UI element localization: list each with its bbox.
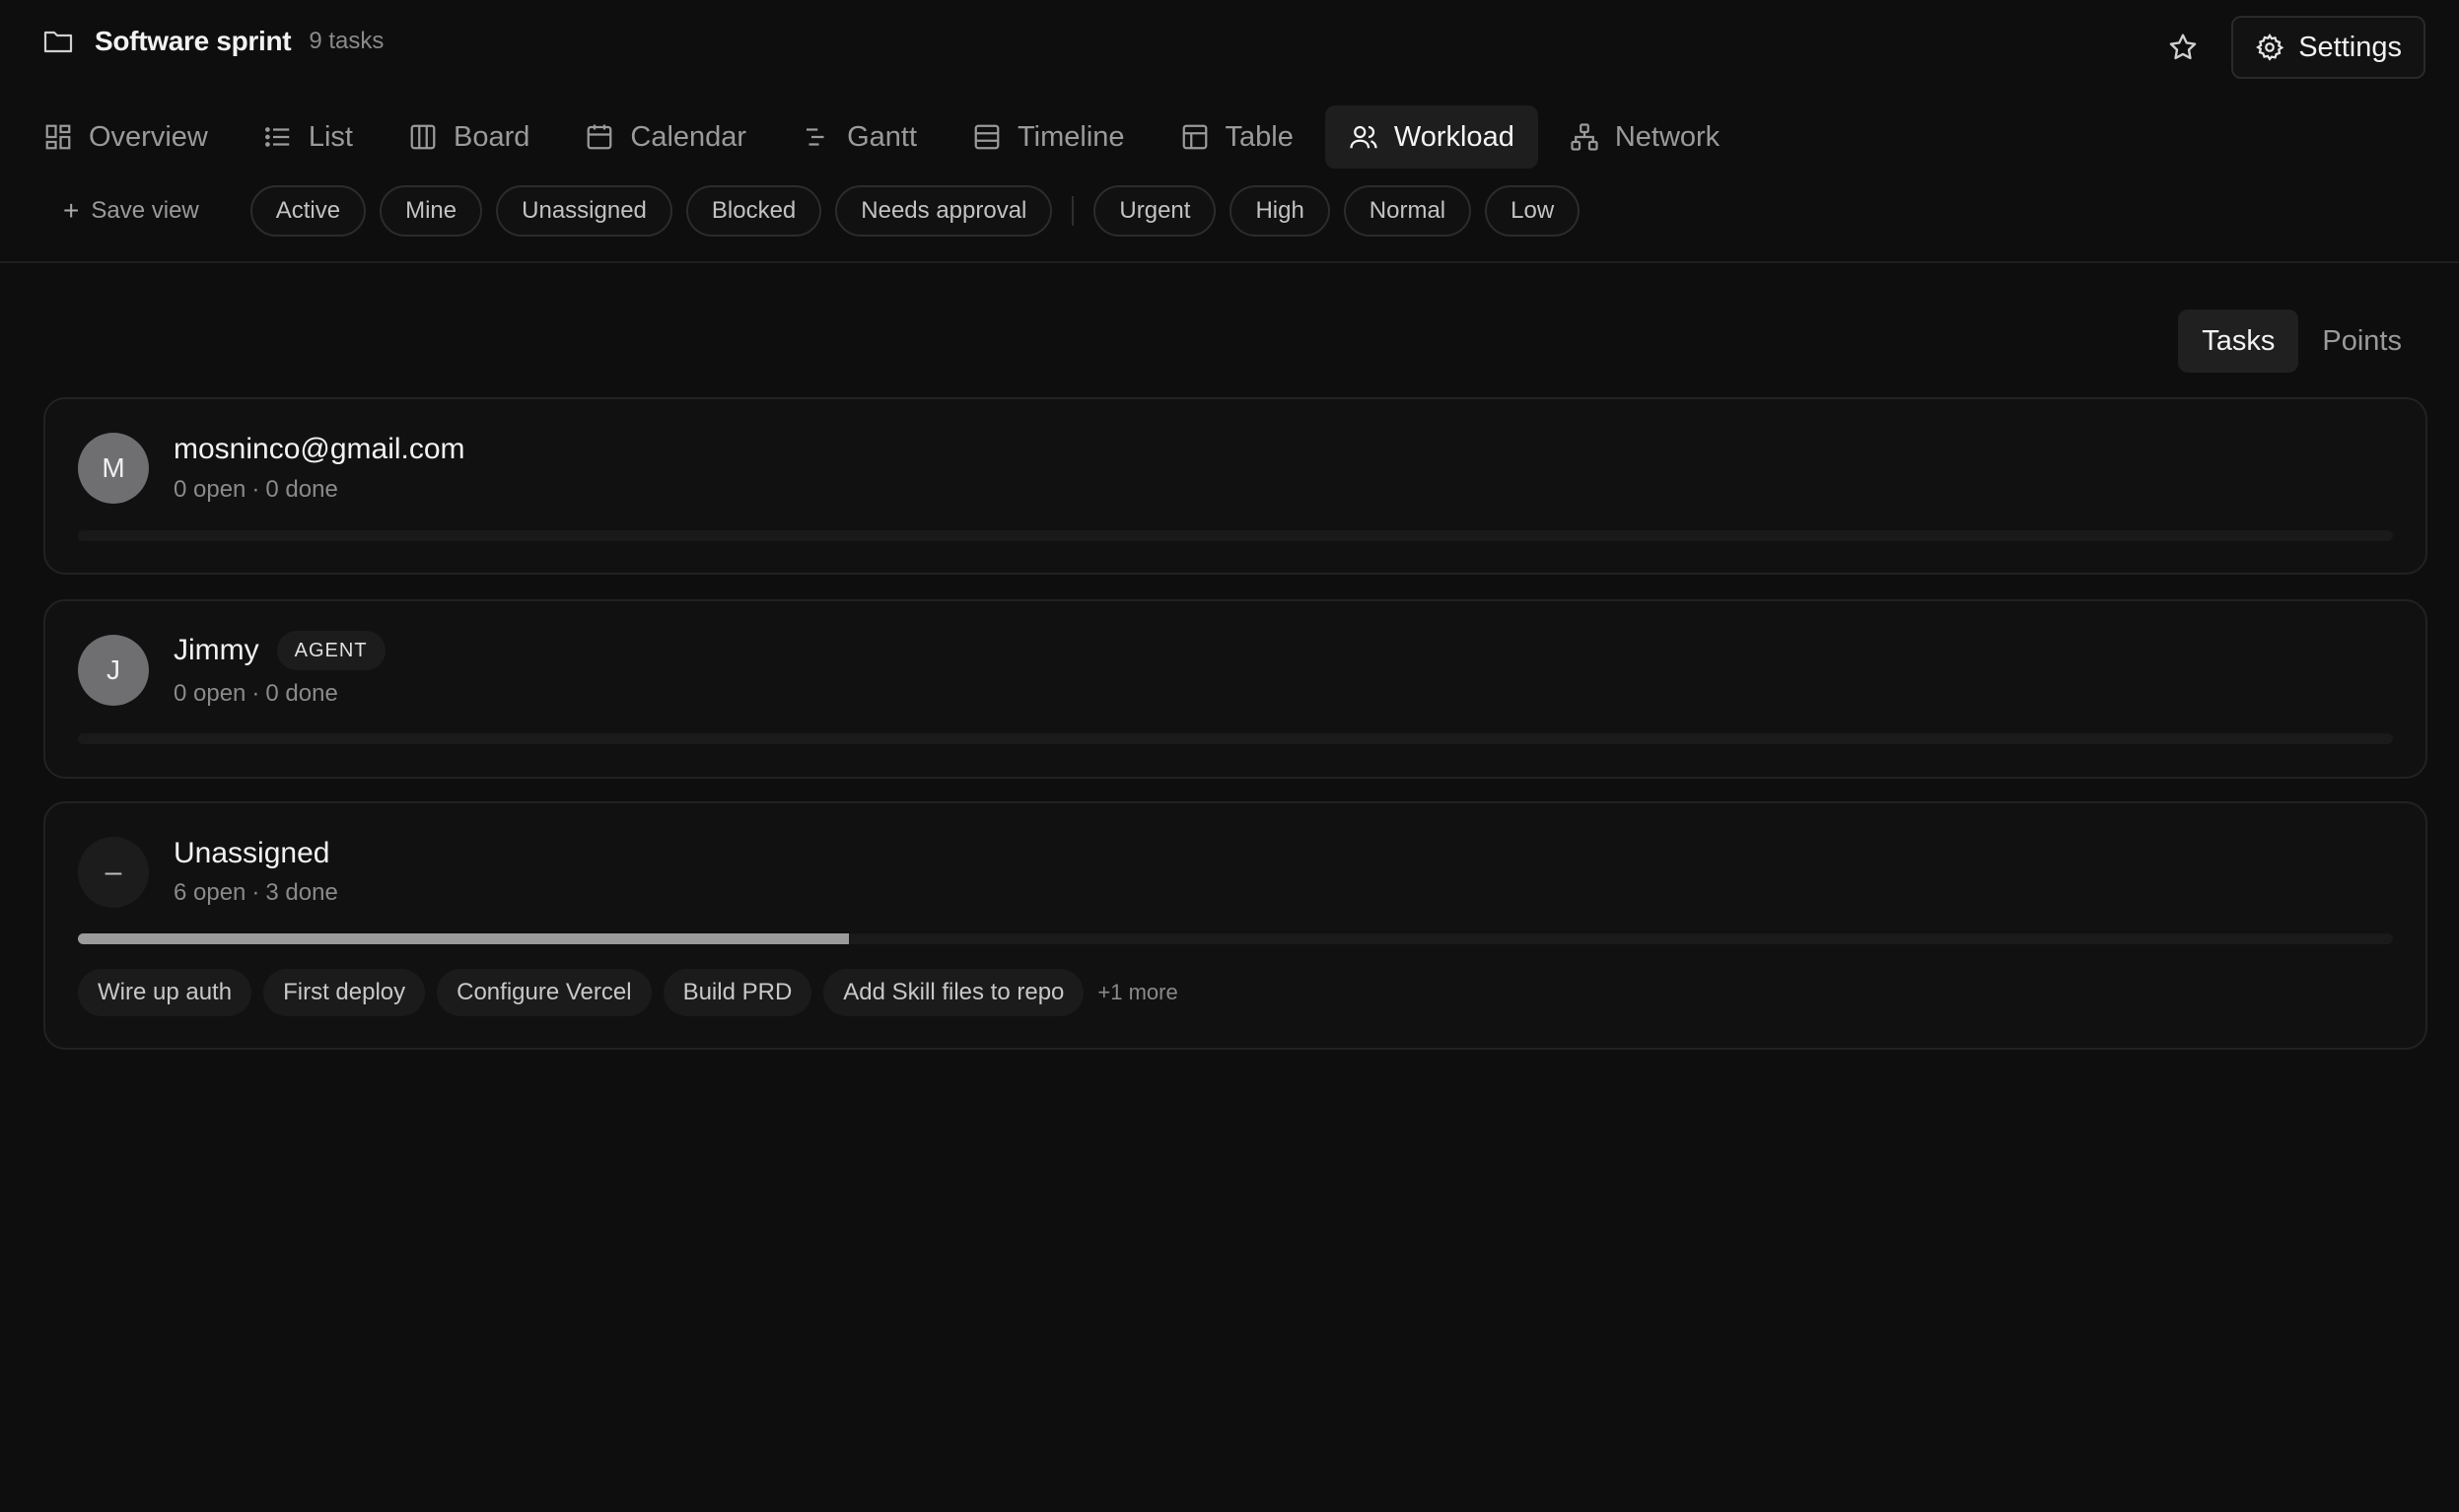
assignee-stats: 6 open · 3 done bbox=[174, 879, 338, 907]
timeline-icon bbox=[974, 124, 1000, 150]
assignee-name-line: Unassigned bbox=[174, 837, 329, 870]
stats-separator: · bbox=[251, 476, 260, 503]
filter-chip-low[interactable]: Low bbox=[1485, 185, 1581, 237]
stats-separator: · bbox=[251, 879, 260, 906]
task-chip-list: Wire up auth First deploy Configure Verc… bbox=[78, 969, 1178, 1016]
list-icon bbox=[264, 127, 290, 147]
tab-label: Table bbox=[1225, 120, 1294, 153]
assignee-name: mosninco@gmail.com bbox=[174, 433, 465, 465]
filter-chip-active[interactable]: Active bbox=[249, 185, 367, 237]
project-title[interactable]: Software sprint bbox=[95, 26, 292, 57]
settings-button[interactable]: Settings bbox=[2231, 16, 2425, 79]
open-count: 6 open bbox=[174, 879, 246, 906]
task-chip[interactable]: Build PRD bbox=[663, 969, 812, 1016]
done-count: 0 done bbox=[265, 680, 338, 707]
gear-icon bbox=[2256, 34, 2284, 61]
tab-workload[interactable]: Workload bbox=[1324, 105, 1538, 169]
done-count: 3 done bbox=[265, 879, 338, 906]
tab-board[interactable]: Board bbox=[385, 105, 553, 169]
task-chip[interactable]: First deploy bbox=[263, 969, 426, 1016]
agent-badge: AGENT bbox=[276, 631, 386, 670]
folder-icon bbox=[43, 29, 73, 54]
task-count: 9 tasks bbox=[309, 28, 385, 54]
header-actions: Settings bbox=[2160, 16, 2425, 79]
assignee-card: J Jimmy AGENT 0 open · 0 done bbox=[43, 599, 2427, 779]
assignee-name: Jimmy bbox=[174, 634, 259, 666]
tab-network[interactable]: Network bbox=[1546, 105, 1743, 169]
task-chip[interactable]: Configure Vercel bbox=[437, 969, 652, 1016]
tab-gantt[interactable]: Gantt bbox=[778, 105, 941, 169]
tab-label: Board bbox=[454, 120, 530, 153]
filter-divider bbox=[1072, 196, 1075, 226]
filter-chip-blocked[interactable]: Blocked bbox=[685, 185, 822, 237]
stats-separator: · bbox=[251, 680, 260, 707]
view-tabs: Overview List Board Calendar Gantt Timel… bbox=[43, 105, 1751, 169]
assignee-card: M mosninco@gmail.com 0 open · 0 done bbox=[43, 397, 2427, 575]
filter-chip-normal[interactable]: Normal bbox=[1343, 185, 1472, 237]
tab-label: Calendar bbox=[630, 120, 747, 153]
avatar: J bbox=[78, 635, 149, 706]
tab-calendar[interactable]: Calendar bbox=[561, 105, 770, 169]
filter-chip-needs-approval[interactable]: Needs approval bbox=[835, 185, 1053, 237]
task-chip[interactable]: Add Skill files to repo bbox=[823, 969, 1085, 1016]
table-icon bbox=[1182, 124, 1207, 150]
save-view-label: Save view bbox=[91, 197, 199, 224]
tab-label: Workload bbox=[1393, 120, 1514, 153]
assignee-name-line: mosninco@gmail.com bbox=[174, 433, 465, 466]
filter-bar: + Save view Active Mine Unassigned Block… bbox=[63, 185, 1593, 237]
filter-chip-unassigned[interactable]: Unassigned bbox=[496, 185, 672, 237]
star-button[interactable] bbox=[2160, 25, 2206, 70]
tab-timeline[interactable]: Timeline bbox=[948, 105, 1149, 169]
calendar-icon bbox=[588, 124, 612, 150]
tab-label: Network bbox=[1614, 120, 1721, 153]
tab-label: Gantt bbox=[847, 120, 918, 153]
tasks-toggle[interactable]: Tasks bbox=[2178, 309, 2299, 373]
points-toggle[interactable]: Points bbox=[2298, 309, 2425, 373]
filter-chip-mine[interactable]: Mine bbox=[380, 185, 483, 237]
settings-label: Settings bbox=[2298, 31, 2402, 63]
page-header: Software sprint 9 tasks Settings Overvie… bbox=[0, 0, 2459, 263]
filter-chip-urgent[interactable]: Urgent bbox=[1093, 185, 1217, 237]
filter-chip-high[interactable]: High bbox=[1230, 185, 1330, 237]
star-icon bbox=[2169, 34, 2197, 60]
task-chip[interactable]: Wire up auth bbox=[78, 969, 252, 1016]
open-count: 0 open bbox=[174, 476, 246, 503]
assignee-stats: 0 open · 0 done bbox=[174, 680, 338, 708]
tab-overview[interactable]: Overview bbox=[20, 105, 232, 169]
more-tasks-link[interactable]: +1 more bbox=[1097, 980, 1177, 1005]
tab-list[interactable]: List bbox=[240, 105, 377, 169]
tab-label: Overview bbox=[89, 120, 208, 153]
progress-bar bbox=[78, 530, 2393, 541]
progress-bar bbox=[78, 733, 2393, 744]
avatar: M bbox=[78, 433, 149, 504]
plus-icon: + bbox=[63, 195, 80, 226]
board-columns-icon bbox=[410, 124, 436, 150]
assignee-card: – Unassigned 6 open · 3 done Wire up aut… bbox=[43, 801, 2427, 1050]
assignee-name-line: Jimmy AGENT bbox=[174, 631, 386, 670]
progress-bar bbox=[78, 933, 2393, 944]
save-view-button[interactable]: + Save view bbox=[63, 195, 199, 227]
done-count: 0 done bbox=[265, 476, 338, 503]
open-count: 0 open bbox=[174, 680, 246, 707]
tab-table[interactable]: Table bbox=[1157, 105, 1317, 169]
tab-label: Timeline bbox=[1018, 120, 1125, 153]
overview-grid-icon bbox=[45, 124, 71, 150]
metric-toggle: Tasks Points bbox=[2178, 309, 2425, 373]
network-icon bbox=[1571, 123, 1598, 151]
gantt-icon bbox=[807, 128, 824, 146]
users-icon bbox=[1350, 125, 1377, 149]
tab-label: List bbox=[308, 120, 353, 153]
assignee-name: Unassigned bbox=[174, 837, 330, 869]
assignee-stats: 0 open · 0 done bbox=[174, 476, 338, 504]
unassigned-avatar: – bbox=[78, 837, 149, 908]
progress-fill bbox=[78, 933, 849, 944]
project-title-row: Software sprint 9 tasks bbox=[43, 26, 384, 57]
